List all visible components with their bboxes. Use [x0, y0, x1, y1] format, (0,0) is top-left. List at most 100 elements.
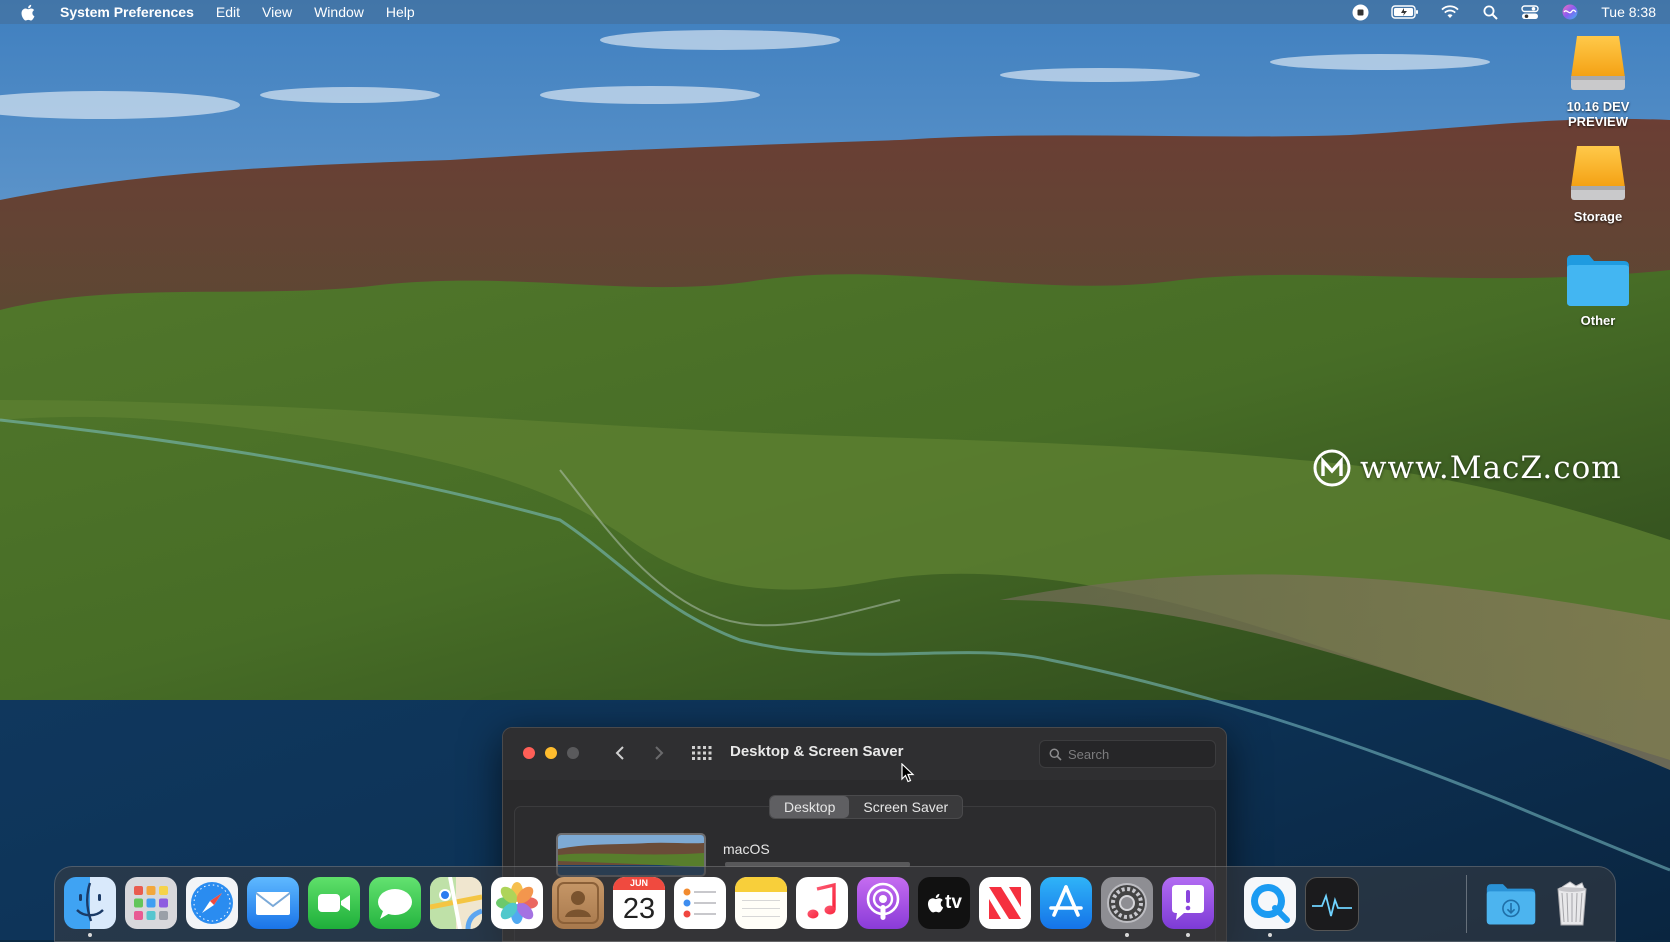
feedback-icon: [1172, 885, 1204, 920]
dock-contacts[interactable]: [552, 877, 604, 929]
messages-icon: [378, 889, 412, 919]
close-button[interactable]: [523, 747, 535, 759]
facetime-icon: [318, 894, 350, 912]
running-indicator: [1186, 933, 1190, 937]
dock-system-preferences[interactable]: [1101, 877, 1153, 929]
desktop-icon-label: 10.16 DEV PREVIEW: [1566, 99, 1630, 129]
dock-music[interactable]: [796, 877, 848, 929]
watermark-text: www.MacZ.com: [1360, 450, 1622, 486]
dock-separator: [1466, 875, 1467, 933]
podcasts-icon: [866, 882, 900, 920]
siri-icon[interactable]: [1561, 3, 1579, 21]
safari-icon: [191, 882, 233, 924]
macz-logo-icon: [1313, 449, 1351, 487]
mail-icon: [255, 892, 291, 915]
battery-icon[interactable]: [1391, 3, 1419, 21]
dock-downloads[interactable]: [1485, 877, 1537, 929]
dock-safari[interactable]: [186, 877, 238, 929]
dock-app-store[interactable]: [1040, 877, 1092, 929]
dock-finder[interactable]: [64, 877, 116, 929]
dock-maps[interactable]: [430, 877, 482, 929]
chevron-right-icon: [655, 746, 664, 760]
calendar-month: JUN: [613, 877, 665, 890]
dock-trash[interactable]: [1546, 877, 1598, 929]
quicktime-icon: [1251, 884, 1290, 923]
menu-app-name[interactable]: System Preferences: [49, 0, 205, 24]
menu-edit[interactable]: Edit: [205, 0, 251, 24]
finder-icon: [76, 882, 104, 922]
selected-picture-name: macOS: [723, 841, 770, 857]
spotlight-search-icon[interactable]: [1481, 3, 1499, 21]
dock-launchpad[interactable]: [125, 877, 177, 929]
apple-logo-icon: [21, 4, 35, 20]
search-field[interactable]: [1039, 740, 1216, 768]
dock-quicktime[interactable]: [1244, 877, 1296, 929]
dock-notes[interactable]: [735, 877, 787, 929]
grid-icon: [692, 746, 712, 760]
window-titlebar[interactable]: Desktop & Screen Saver: [503, 728, 1226, 780]
screen-record-icon[interactable]: [1351, 3, 1369, 21]
system-preferences-icon: [1107, 883, 1147, 923]
tab-screen-saver[interactable]: Screen Saver: [849, 796, 962, 818]
dock-reminders[interactable]: [674, 877, 726, 929]
dock-facetime[interactable]: [308, 877, 360, 929]
drive-icon: [1571, 146, 1625, 200]
mouse-cursor-icon: [901, 763, 915, 783]
dock-calendar[interactable]: JUN 23: [613, 877, 665, 929]
minimize-button[interactable]: [545, 747, 557, 759]
back-button[interactable]: [609, 742, 631, 764]
desktop-icon-label: Storage: [1573, 209, 1623, 224]
search-input[interactable]: [1066, 745, 1210, 763]
dock-feedback-assistant[interactable]: [1162, 877, 1214, 929]
app-store-icon: [1049, 885, 1083, 917]
music-icon: [807, 882, 836, 919]
dock-activity-monitor[interactable]: [1305, 877, 1359, 931]
status-area: Tue 8:38: [1351, 0, 1656, 24]
tab-desktop[interactable]: Desktop: [770, 796, 850, 818]
dock: JUN 23 tv: [54, 866, 1616, 942]
downloads-folder-icon: [1486, 884, 1536, 925]
dock-photos[interactable]: [491, 877, 543, 929]
trash-icon: [1557, 881, 1587, 926]
search-icon: [1049, 748, 1062, 761]
tv-icon: [928, 893, 944, 913]
activity-monitor-icon: [1312, 893, 1352, 917]
dock-podcasts[interactable]: [857, 877, 909, 929]
control-center-icon[interactable]: [1521, 3, 1539, 21]
menu-help[interactable]: Help: [375, 0, 426, 24]
desktop-icon-other[interactable]: Other: [1548, 252, 1648, 328]
forward-button[interactable]: [648, 742, 670, 764]
menu-view[interactable]: View: [251, 0, 303, 24]
dock-messages[interactable]: [369, 877, 421, 929]
desktop-icon-label: Other: [1580, 313, 1616, 328]
drive-icon: [1571, 36, 1625, 90]
watermark: www.MacZ.com: [1312, 448, 1622, 488]
running-indicator: [88, 933, 92, 937]
tab-control: Desktop Screen Saver: [769, 795, 964, 819]
running-indicator: [1268, 933, 1272, 937]
photos-icon: [496, 882, 538, 924]
show-all-button[interactable]: [691, 742, 713, 764]
notes-icon: [735, 877, 787, 917]
window-title: Desktop & Screen Saver: [730, 743, 904, 760]
dock-news[interactable]: [979, 877, 1031, 929]
running-indicator: [1125, 933, 1129, 937]
contacts-icon: [557, 882, 599, 924]
launchpad-icon: [134, 886, 168, 920]
menu-bar: System Preferences Edit View Window Help…: [0, 0, 1670, 24]
chevron-left-icon: [615, 746, 624, 760]
apple-menu[interactable]: [0, 4, 49, 21]
menu-clock[interactable]: Tue 8:38: [1601, 0, 1656, 24]
maps-icon: [430, 877, 482, 929]
tv-label: tv: [945, 892, 962, 913]
desktop-icon-dev-preview[interactable]: 10.16 DEV PREVIEW: [1548, 32, 1648, 129]
wifi-icon[interactable]: [1441, 3, 1459, 21]
reminders-icon: [683, 888, 716, 918]
zoom-button[interactable]: [567, 747, 579, 759]
news-icon: [989, 887, 1021, 919]
folder-icon: [1567, 255, 1629, 306]
desktop-icon-storage[interactable]: Storage: [1548, 142, 1648, 224]
dock-tv[interactable]: tv: [918, 877, 970, 929]
dock-mail[interactable]: [247, 877, 299, 929]
menu-window[interactable]: Window: [303, 0, 375, 24]
